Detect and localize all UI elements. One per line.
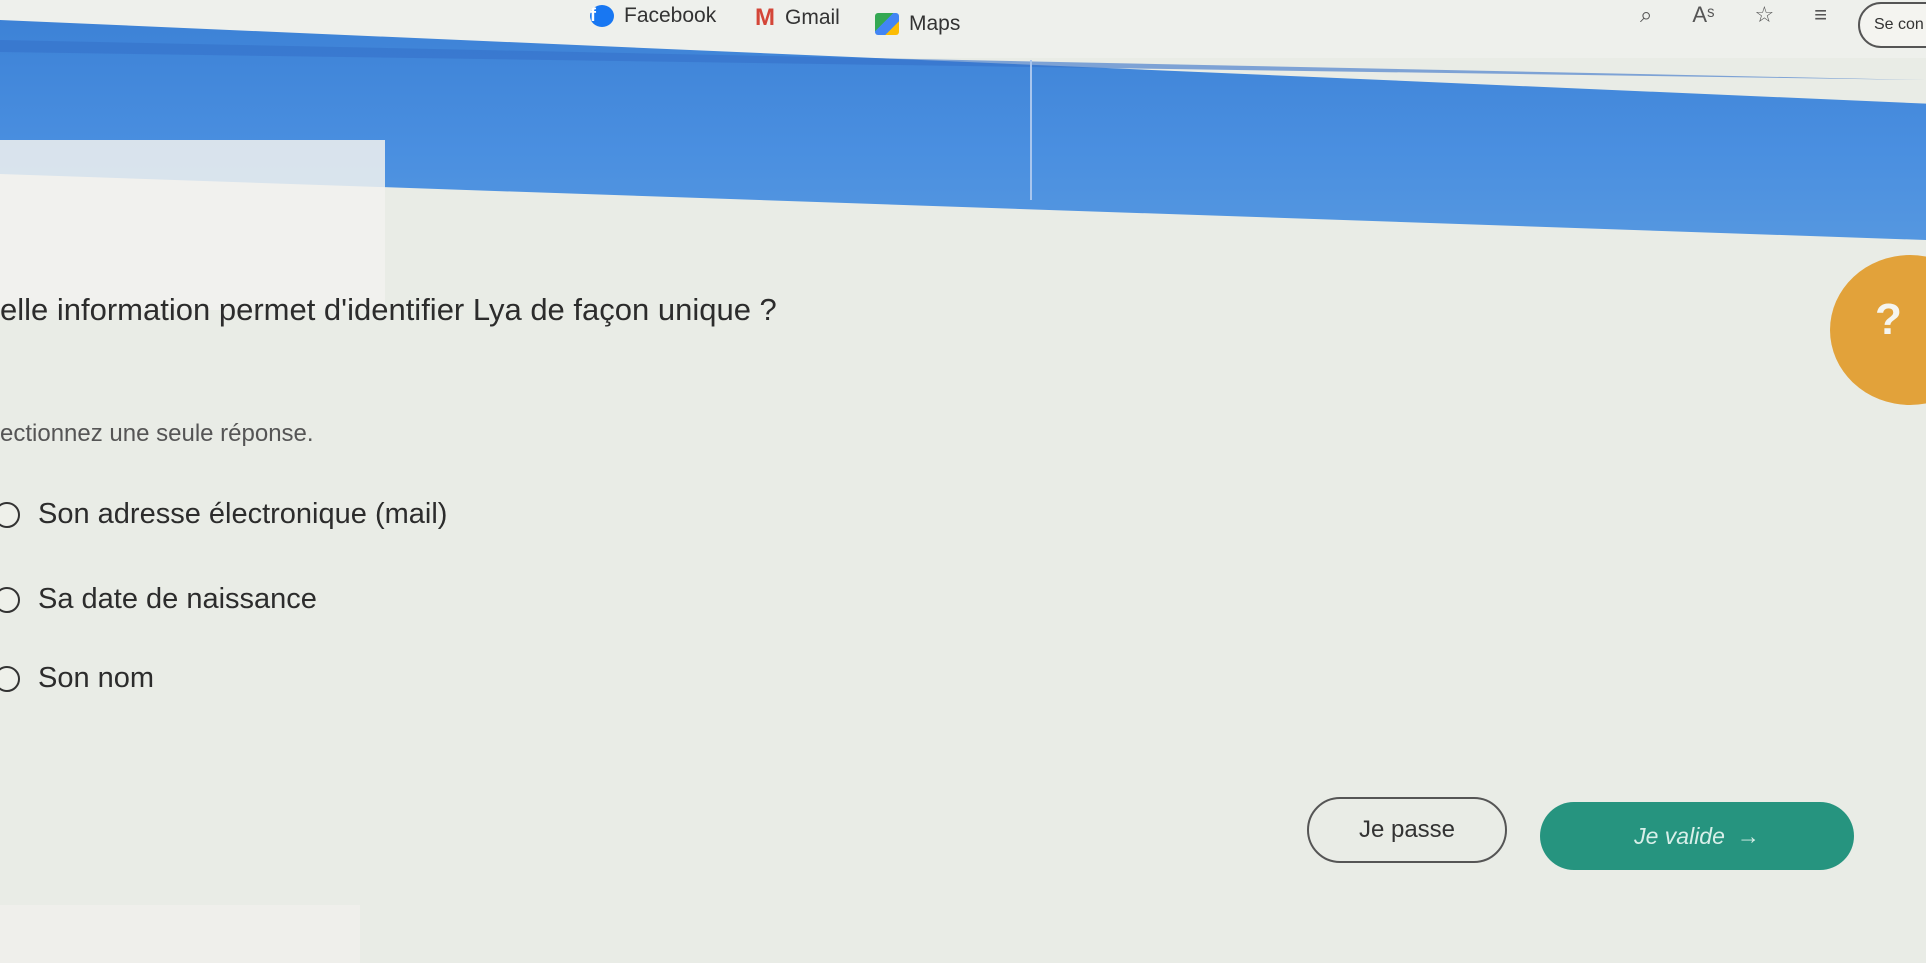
arrow-right-icon: → xyxy=(1736,822,1760,849)
bottom-glare xyxy=(0,905,360,963)
option-label: Son adresse électronique (mail) xyxy=(38,498,448,530)
read-aloud-icon[interactable]: Aˢ xyxy=(1692,2,1714,28)
validate-button[interactable]: Je valide → xyxy=(1540,802,1854,870)
skip-button[interactable]: Je passe xyxy=(1307,797,1507,863)
zoom-icon[interactable]: ⌕ xyxy=(1640,2,1652,28)
signin-button[interactable]: Se con xyxy=(1858,2,1926,48)
hint-badge[interactable]: ? xyxy=(1830,255,1926,405)
maps-icon xyxy=(875,13,899,35)
radio-button[interactable] xyxy=(0,665,20,692)
bookmark-gmail[interactable]: M Gmail xyxy=(755,4,840,32)
bookmark-maps[interactable]: Maps xyxy=(875,12,960,36)
question-mark-icon: ? xyxy=(1875,295,1902,344)
option-label: Sa date de naissance xyxy=(38,583,317,615)
answer-option-birthdate[interactable]: Sa date de naissance xyxy=(0,583,317,616)
header-tab xyxy=(0,140,385,310)
bookmark-label: Gmail xyxy=(785,6,840,29)
answer-option-email[interactable]: Son adresse électronique (mail) xyxy=(0,498,447,531)
browser-toolbar-icons: ⌕ Aˢ ☆ ≡ xyxy=(1640,2,1827,28)
bookmark-label: Facebook xyxy=(624,4,717,27)
radio-button[interactable] xyxy=(0,586,20,613)
favorites-list-icon[interactable]: ≡ xyxy=(1814,2,1827,28)
option-label: Son nom xyxy=(38,662,155,694)
instruction-text: ectionnez une seule réponse. xyxy=(0,420,314,447)
favorite-star-icon[interactable]: ☆ xyxy=(1754,2,1774,28)
gmail-icon: M xyxy=(755,4,775,31)
question-text: elle information permet d'identifier Lya… xyxy=(0,292,777,327)
header-divider xyxy=(1030,60,1032,200)
bookmark-facebook[interactable]: f Facebook xyxy=(590,4,716,28)
answer-option-name[interactable]: Son nom xyxy=(0,662,154,695)
validate-label: Je valide xyxy=(1634,822,1725,849)
bookmark-label: Maps xyxy=(909,12,961,35)
radio-button[interactable] xyxy=(0,501,20,528)
facebook-icon: f xyxy=(590,5,614,27)
